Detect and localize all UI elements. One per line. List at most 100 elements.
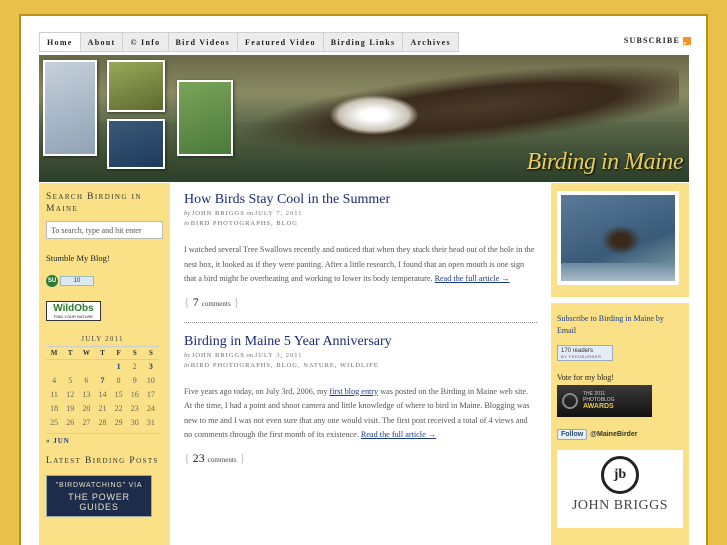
jb-logo-icon: jb [601, 456, 639, 494]
guide-line1: "BIRDWATCHING" VIA [55, 481, 143, 489]
meta-on: on [246, 210, 253, 217]
calendar-day: 28 [98, 418, 107, 427]
wildobs-name: WildObs [53, 302, 94, 314]
calendar-day: 27 [82, 418, 91, 427]
post-divider [184, 321, 537, 323]
calendar-day: 20 [82, 404, 91, 413]
calendar-day-header: M [46, 346, 63, 360]
calendar-day: 18 [50, 404, 59, 413]
calendar-caption: July 2011 [81, 335, 124, 343]
osprey-image [329, 95, 419, 135]
post-meta: by JOHN BRIGGS on JULY 3, 2011 [184, 351, 537, 361]
subscribe-email-link[interactable]: Subscribe to Birding in Maine by Email [557, 313, 683, 337]
wildobs-tagline: FIND YOUR NATURE [53, 313, 94, 319]
calendar-day: 13 [82, 390, 91, 399]
stumble-count: 10 [60, 276, 94, 286]
calendar-day: 5 [68, 376, 73, 385]
meta-in: in [184, 361, 190, 369]
search-input[interactable] [46, 221, 163, 239]
calendar-day [78, 360, 94, 374]
calendar-day[interactable]: 7 [94, 374, 110, 388]
post-title[interactable]: How Birds Stay Cool in the Summer [184, 191, 537, 209]
feedburner-label: BY FEEDBURNER [561, 353, 602, 359]
subscribe-link[interactable]: Subscribe [624, 36, 691, 45]
calendar-day: 30 [130, 418, 139, 427]
stumble-title: Stumble My Blog! [46, 253, 110, 263]
calendar-week: 11 12 13 14 15 16 17 [46, 388, 159, 402]
post-category-links[interactable]: BIRD PHOTOGRAPHS, BLOG [191, 220, 298, 227]
feedburner-badge[interactable]: 170 readers BY FEEDBURNER [557, 345, 613, 361]
stumbleupon-badge[interactable]: SU 10 [46, 275, 163, 287]
calendar-day: 26 [66, 418, 75, 427]
comments-link[interactable]: { 23 comments } [184, 451, 537, 466]
header-banner[interactable]: Birding in Maine [39, 55, 689, 182]
post-date: JULY 3, 2011 [254, 351, 303, 359]
latest-posts-heading: Latest Birding Posts [46, 455, 159, 466]
calendar-day: 24 [146, 404, 155, 413]
twitter-handle: @MaineBirder [590, 431, 638, 438]
calendar-day: 12 [66, 390, 75, 399]
calendar-day: 4 [52, 376, 57, 385]
award-awards: AWARDS [583, 403, 614, 410]
post-category-links[interactable]: BIRD PHOTOGRAPHS, BLOG, NATURE, WILDLIFE [191, 362, 379, 369]
read-more-link[interactable]: Read the full article → [361, 430, 436, 439]
nav-about[interactable]: About [80, 33, 124, 51]
post-title[interactable]: Birding in Maine 5 Year Anniversary [184, 333, 537, 351]
calendar-day: 14 [98, 390, 107, 399]
site-title[interactable]: Birding in Maine [527, 149, 684, 176]
calendar-week: 123 [46, 360, 159, 374]
meta-in: in [184, 220, 190, 227]
photoblog-awards-badge[interactable]: THE 2011 PHOTOBLOG AWARDS [557, 385, 652, 417]
comments-count: 7 [192, 294, 199, 309]
nav-featured-video[interactable]: Featured Video [238, 33, 324, 51]
calendar-day[interactable]: 3 [143, 360, 159, 374]
meta-on: on [246, 351, 253, 359]
calendar-week: 18 19 20 21 22 23 24 [46, 402, 159, 416]
post-author-link[interactable]: JOHN BRIGGS [192, 352, 245, 359]
power-guides-banner[interactable]: "BIRDWATCHING" VIA THE POWER GUIDES [46, 474, 152, 517]
left-sidebar: Search Birding in Maine Stumble My Blog!… [39, 183, 170, 545]
calendar-day: 17 [146, 390, 155, 399]
calendar-day-header: F [110, 346, 127, 360]
calendar-day: 10 [146, 376, 155, 385]
calendar-day: 29 [114, 418, 123, 427]
comments-count: 23 [192, 450, 205, 465]
search-heading: Search Birding in Maine [46, 192, 142, 214]
calendar-day: 16 [130, 390, 139, 399]
calendar-day[interactable]: 1 [111, 360, 127, 374]
brace-close: } [239, 450, 246, 465]
subscribe-label: Subscribe [623, 36, 680, 45]
nav-archives[interactable]: Archives [403, 33, 458, 51]
post-body: I watched several Tree Swallows recently… [184, 243, 537, 287]
calendar-day-header: S [142, 346, 159, 360]
nav-home[interactable]: Home [40, 33, 81, 51]
twitter-follow-button[interactable]: Follow [557, 429, 588, 440]
calendar-day-header: W [78, 346, 95, 360]
calendar-week: 25 26 27 28 29 30 31 [46, 416, 159, 430]
post-body-text-1: Five years ago today, on July 3rd, 2006,… [184, 386, 328, 396]
post-author-link[interactable]: JOHN BRIGGS [192, 210, 245, 217]
wildobs-badge[interactable]: WildObs FIND YOUR NATURE [46, 301, 101, 321]
comments-link[interactable]: { 7 comments } [184, 295, 537, 310]
read-more-link[interactable]: Read the full article → [435, 274, 510, 283]
calendar-day: 11 [50, 390, 58, 399]
eagle-photo[interactable] [557, 191, 679, 285]
nav-bird-videos[interactable]: Bird Videos [168, 33, 239, 51]
comments-word: comments [207, 455, 237, 464]
calendar-day: 6 [84, 376, 89, 385]
calendar-day: 8 [116, 376, 121, 385]
calendar-day [62, 360, 78, 374]
egret-photo [107, 119, 165, 169]
calendar-day-header: S [126, 346, 143, 360]
nav-birding-links[interactable]: Birding Links [323, 33, 404, 51]
calendar-week: 4 5 6 7 8 9 10 [46, 374, 159, 388]
brace-close: } [233, 294, 240, 309]
twitter-follow[interactable]: Follow @MaineBirder [557, 429, 683, 440]
vote-text: Vote for my blog! [557, 373, 614, 382]
john-briggs-logo[interactable]: jb JOHN BRIGGS [557, 450, 683, 528]
guide-line2: THE POWER GUIDES [68, 491, 130, 512]
nav-info[interactable]: © Info [123, 33, 169, 51]
grosbeak-photo [177, 80, 233, 156]
first-blog-entry-link[interactable]: first blog entry [329, 387, 378, 396]
calendar-prev-link[interactable]: « Jun [46, 432, 159, 445]
